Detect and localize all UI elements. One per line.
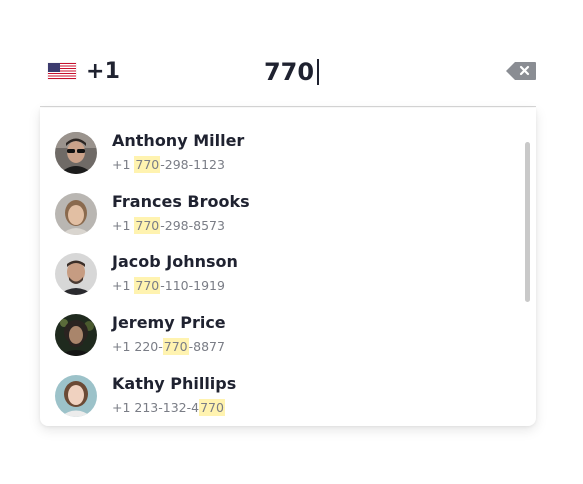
input-divider [40, 106, 536, 107]
contact-item[interactable]: Jeremy Price +1 220-770-8877 [40, 303, 520, 361]
match-highlight: 770 [199, 399, 225, 416]
match-highlight: 770 [134, 217, 161, 234]
contact-name: Anthony Miller [112, 131, 245, 150]
contact-suggestions-list: Anthony Miller +1 770-298-1123 Frances B… [40, 108, 536, 426]
contact-item[interactable]: Jacob Johnson +1 770-110-1919 [40, 242, 520, 300]
contact-phone: +1 770-298-8573 [112, 217, 225, 234]
match-highlight: 770 [162, 338, 189, 355]
text-caret [317, 59, 320, 85]
match-highlight: 770 [134, 277, 161, 294]
contact-avatar [55, 253, 97, 295]
contact-avatar [55, 375, 97, 417]
contact-phone: +1 770-110-1919 [112, 277, 225, 294]
contact-item[interactable]: Anthony Miller +1 770-298-1123 [40, 121, 520, 179]
contact-item[interactable]: Frances Brooks +1 770-298-8573 [40, 182, 520, 240]
contact-name: Frances Brooks [112, 192, 250, 211]
scrollbar-thumb[interactable] [525, 142, 530, 302]
backspace-button[interactable] [506, 62, 536, 80]
contact-name: Kathy Phillips [112, 374, 237, 393]
phone-number-input[interactable]: 770 [0, 56, 583, 88]
contact-phone: +1 213-132-4770 [112, 399, 225, 416]
phone-dialer: +1 770 Anthony Miller +1 770-298-1123 Fr… [0, 0, 583, 484]
contact-avatar [55, 132, 97, 174]
contact-item[interactable]: Kathy Phillips +1 213-132-4770 [40, 364, 520, 422]
contact-phone: +1 770-298-1123 [112, 156, 225, 173]
match-highlight: 770 [134, 156, 161, 173]
backspace-icon [506, 62, 536, 80]
contact-phone: +1 220-770-8877 [112, 338, 225, 355]
contact-name: Jacob Johnson [112, 252, 238, 271]
contact-name: Jeremy Price [112, 313, 226, 332]
contact-avatar [55, 193, 97, 235]
contact-avatar [55, 314, 97, 356]
phone-number-value: 770 [263, 58, 315, 86]
